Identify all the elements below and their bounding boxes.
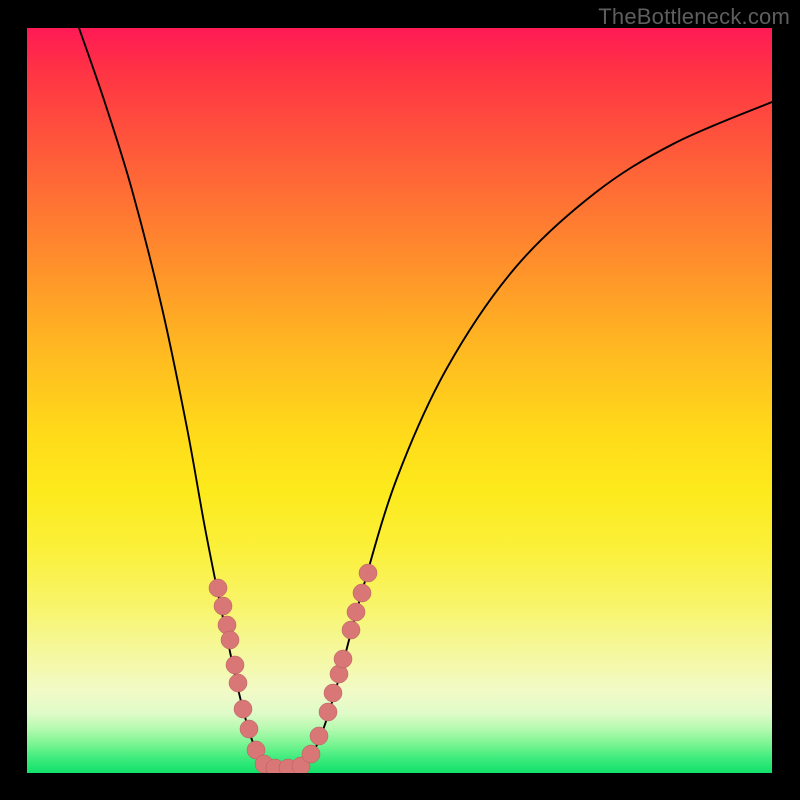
data-dot (347, 603, 365, 621)
data-dot (310, 727, 328, 745)
data-dot (302, 745, 320, 763)
data-dot (234, 700, 252, 718)
data-dot (214, 597, 232, 615)
data-dot (334, 650, 352, 668)
data-dot (319, 703, 337, 721)
watermark-text: TheBottleneck.com (598, 4, 790, 30)
curve-right (300, 102, 772, 768)
data-dot (353, 584, 371, 602)
data-dot (240, 720, 258, 738)
chart-frame (27, 28, 772, 773)
data-dots (209, 564, 377, 773)
chart-svg (27, 28, 772, 773)
data-dot (226, 656, 244, 674)
curve-left (79, 28, 271, 768)
data-dot (359, 564, 377, 582)
data-dot (221, 631, 239, 649)
data-dot (209, 579, 227, 597)
data-dot (342, 621, 360, 639)
data-dot (229, 674, 247, 692)
data-dot (324, 684, 342, 702)
